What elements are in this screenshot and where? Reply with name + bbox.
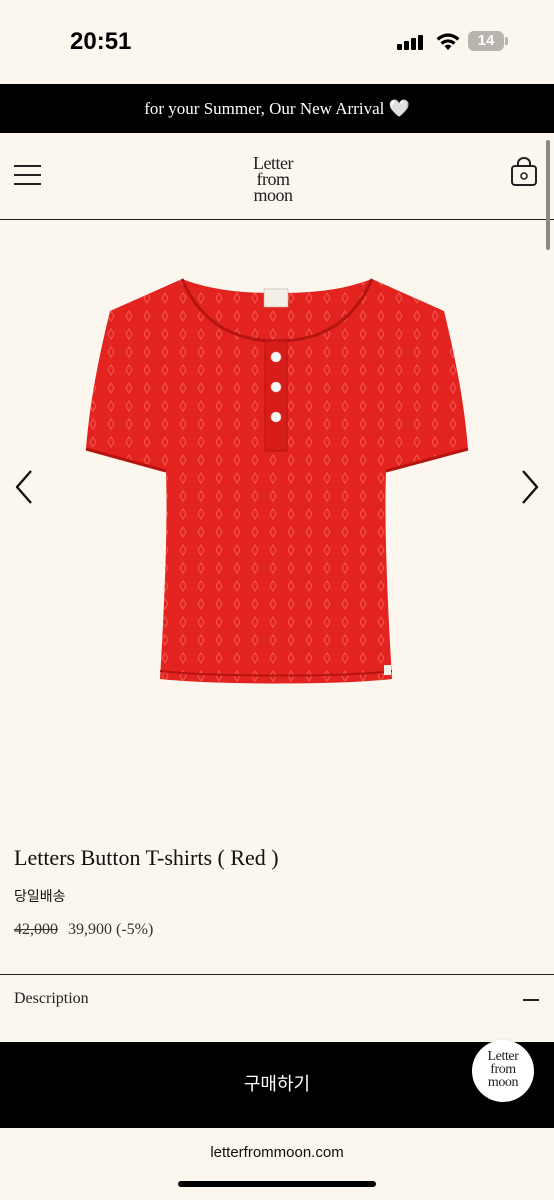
chevron-left-icon[interactable] [10,467,40,507]
chevron-right-icon[interactable] [514,467,544,507]
browser-address-bar[interactable]: letterfrommoon.com [0,1128,554,1200]
buy-button[interactable]: 구매하기 [0,1042,554,1128]
product-image[interactable] [84,271,470,691]
product-title: Letters Button T-shirts ( Red ) [14,845,279,870]
price-row: 42,000 39,900 (-5%) [14,921,153,939]
buy-button-label: 구매하기 [243,1074,311,1095]
hamburger-icon[interactable] [14,163,41,187]
battery-icon: 14 [468,31,508,51]
logo-line: moon [487,1075,519,1090]
home-indicator[interactable] [178,1181,376,1187]
shipping-badge: 당일배송 [14,889,66,905]
status-bar: 20:51 14 [0,0,554,84]
discount-rate: (-5%) [116,921,154,938]
logo-line: moon [253,185,293,205]
signal-icon [397,34,425,50]
battery-level: 14 [477,32,495,49]
original-price: 42,000 [14,921,58,938]
floating-logo-button[interactable]: Letter from moon [472,1040,534,1102]
site-header: Letter from moon [0,133,554,220]
status-time: 20:51 [70,28,132,55]
shopping-bag-icon[interactable] [510,157,538,187]
description-toggle[interactable]: Description [0,975,554,1025]
page-scrollbar[interactable] [546,140,550,250]
announcement-bar[interactable]: for your Summer, Our New Arrival 🤍 [0,84,554,133]
minus-icon[interactable] [523,999,539,1001]
product-gallery [0,221,554,791]
wifi-icon [436,33,460,50]
description-label: Description [14,990,89,1007]
brand-logo[interactable]: Letter from moon [238,154,308,205]
url-text[interactable]: letterfrommoon.com [0,1144,554,1161]
sale-price: 39,900 [68,921,112,938]
